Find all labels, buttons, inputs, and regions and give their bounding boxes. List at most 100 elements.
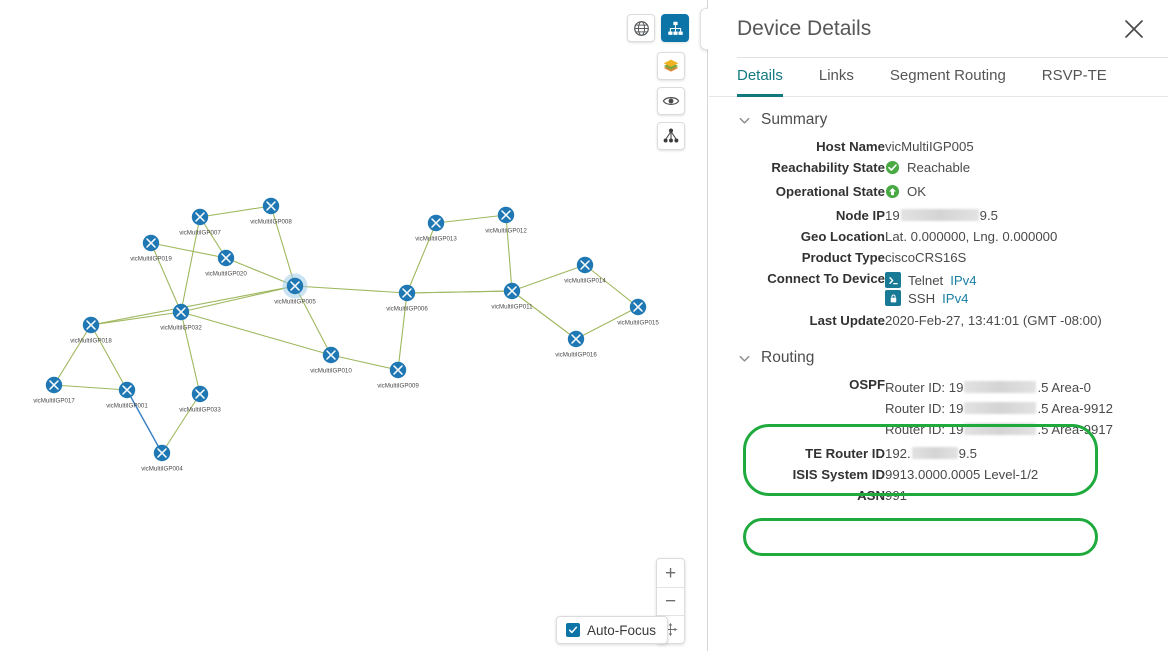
router-icon (191, 208, 209, 226)
tab-segment-routing[interactable]: Segment Routing (890, 59, 1006, 97)
topology-node[interactable]: vicMultiIGP004 (141, 444, 183, 473)
topology-node[interactable]: vicMultiIGP012 (485, 206, 527, 235)
topology-node[interactable]: vicMultiIGP001 (106, 381, 148, 410)
product-type-value: ciscoCRS16S (885, 250, 967, 265)
topology-link[interactable] (406, 222, 437, 294)
chevrons-icon (707, 19, 708, 39)
topology-link[interactable] (406, 290, 513, 294)
topology-link[interactable] (199, 205, 272, 218)
reachability-state-text: Reachable (907, 160, 971, 175)
tab-details[interactable]: Details (737, 59, 783, 97)
telnet-row[interactable]: Telnet IPv4 (885, 271, 1102, 289)
topology-node[interactable]: vicMultiIGP011 (491, 282, 533, 311)
topology-link[interactable] (435, 214, 507, 224)
topology-link[interactable] (53, 384, 128, 391)
map-tools-toolbar[interactable] (657, 52, 685, 150)
topology-link[interactable] (180, 311, 332, 356)
page-title: Device Details (737, 16, 872, 40)
table-row: Operational State OK (737, 181, 1102, 205)
topology-icon (667, 21, 683, 35)
topology-node[interactable]: vicMultiIGP032 (160, 303, 202, 332)
group-nodes-button[interactable] (657, 122, 685, 150)
router-icon (262, 197, 280, 215)
topology-link[interactable] (126, 389, 163, 454)
topology-link[interactable] (150, 242, 182, 313)
topology-node[interactable]: vicMultiIGP013 (415, 214, 457, 243)
connect-to-device-value: Telnet IPv4 SSH IPv4 (885, 268, 1102, 310)
isis-system-id-value: 9913.0000.0005 Level-1/2 (885, 467, 1039, 482)
topology-node[interactable]: vicMultiIGP009 (377, 361, 419, 390)
topology-link[interactable] (90, 324, 128, 391)
table-row: Product Type ciscoCRS16S (737, 247, 1102, 268)
topology-node[interactable]: vicMultiIGP016 (555, 330, 597, 359)
topology-link[interactable] (161, 393, 201, 454)
topology-link[interactable] (584, 264, 639, 308)
tab-links[interactable]: Links (819, 59, 854, 97)
ospf-router-id-suffix: .5 Area-0 (1037, 380, 1091, 395)
router-icon (118, 381, 136, 399)
topology-node[interactable]: vicMultiIGP006 (386, 284, 428, 313)
logical-topology-view-button[interactable] (661, 14, 689, 42)
zoom-out-button[interactable]: − (657, 587, 684, 615)
topology-node[interactable]: vicMultiIGP033 (179, 385, 221, 414)
topology-node[interactable]: vicMultiIGP017 (33, 376, 75, 405)
redacted-block (964, 402, 1037, 414)
routing-table: OSPF Router ID: 19 .5 Area-0 Router ID: 1… (737, 374, 1113, 506)
topology-link[interactable] (90, 311, 182, 326)
layers-button[interactable] (657, 52, 685, 80)
topology-link[interactable] (53, 324, 92, 386)
layers-icon (663, 59, 679, 72)
node-label: vicMultiIGP019 (130, 256, 172, 263)
redacted-block (911, 447, 958, 459)
topology-node[interactable]: vicMultiIGP015 (617, 298, 659, 327)
topology-map-pane[interactable]: vicMultiIGP008 vicMultiIGP007 vicMultiIGP0… (0, 0, 708, 651)
ssh-ipv4-link[interactable]: IPv4 (942, 291, 968, 306)
ssh-label: SSH (908, 290, 936, 306)
redacted-block (900, 209, 979, 221)
operational-state-value: OK (885, 181, 1102, 205)
network-topology-graph[interactable]: vicMultiIGP008 vicMultiIGP007 vicMultiIGP0… (0, 0, 708, 651)
auto-focus-toggle[interactable]: Auto-Focus (556, 616, 669, 644)
collapse-panel-button[interactable] (700, 8, 708, 50)
tab-rsvp-te[interactable]: RSVP-TE (1042, 59, 1107, 97)
topology-node[interactable]: vicMultiIGP018 (70, 316, 112, 345)
topology-link[interactable] (511, 290, 577, 340)
host-name-value: vicMultiIGP005 (885, 139, 974, 154)
table-row: Connect To Device Telnet IPv4 SSH IPv4 (737, 268, 1102, 310)
geo-map-view-button[interactable] (627, 14, 655, 42)
close-button[interactable] (1122, 17, 1146, 41)
topology-node[interactable]: vicMultiIGP019 (130, 234, 172, 263)
router-icon (567, 330, 585, 348)
node-label: vicMultiIGP017 (33, 398, 75, 405)
node-label: vicMultiIGP009 (377, 383, 419, 390)
routing-section-header[interactable]: Routing (709, 331, 1168, 374)
table-row: Node IP 19 9.5 (737, 205, 1102, 226)
topology-node[interactable]: vicMultiIGP007 (179, 208, 221, 237)
ospf-label: OSPF (849, 377, 885, 392)
ospf-row: Router ID: 19 .5 Area-9912 (885, 398, 1113, 419)
ospf-row: Router ID: 19 .5 Area-0 (885, 377, 1113, 398)
summary-section-header[interactable]: Summary (709, 97, 1168, 136)
telnet-ipv4-link[interactable]: IPv4 (950, 273, 976, 288)
topology-link[interactable] (90, 285, 296, 326)
panel-tabs[interactable]: Details Links Segment Routing RSVP-TE (709, 58, 1168, 97)
node-label: vicMultiIGP014 (564, 278, 606, 285)
last-update-value: 2020-Feb-27, 13:41:01 (GMT -08:00) (885, 313, 1102, 328)
router-icon (45, 376, 63, 394)
node-label: vicMultiIGP033 (179, 407, 221, 414)
te-router-id-label: TE Router ID (805, 446, 885, 461)
auto-focus-checkbox[interactable] (566, 623, 580, 637)
topology-node[interactable]: vicMultiIGP008 (250, 197, 292, 226)
map-view-toolbar[interactable] (627, 14, 689, 42)
ssh-row[interactable]: SSH IPv4 (885, 289, 1102, 307)
visibility-button[interactable] (657, 87, 685, 115)
topology-link[interactable] (294, 285, 408, 294)
router-icon (322, 346, 340, 364)
eye-icon (662, 97, 680, 105)
summary-table: Host Name vicMultiIGP005 Reachability St… (737, 136, 1102, 331)
ospf-row: Router ID: 19 .5 Area-9917 (885, 419, 1113, 440)
topology-link[interactable] (505, 214, 513, 292)
router-icon (629, 298, 647, 316)
router-icon (191, 385, 209, 403)
zoom-in-button[interactable]: + (657, 559, 684, 587)
